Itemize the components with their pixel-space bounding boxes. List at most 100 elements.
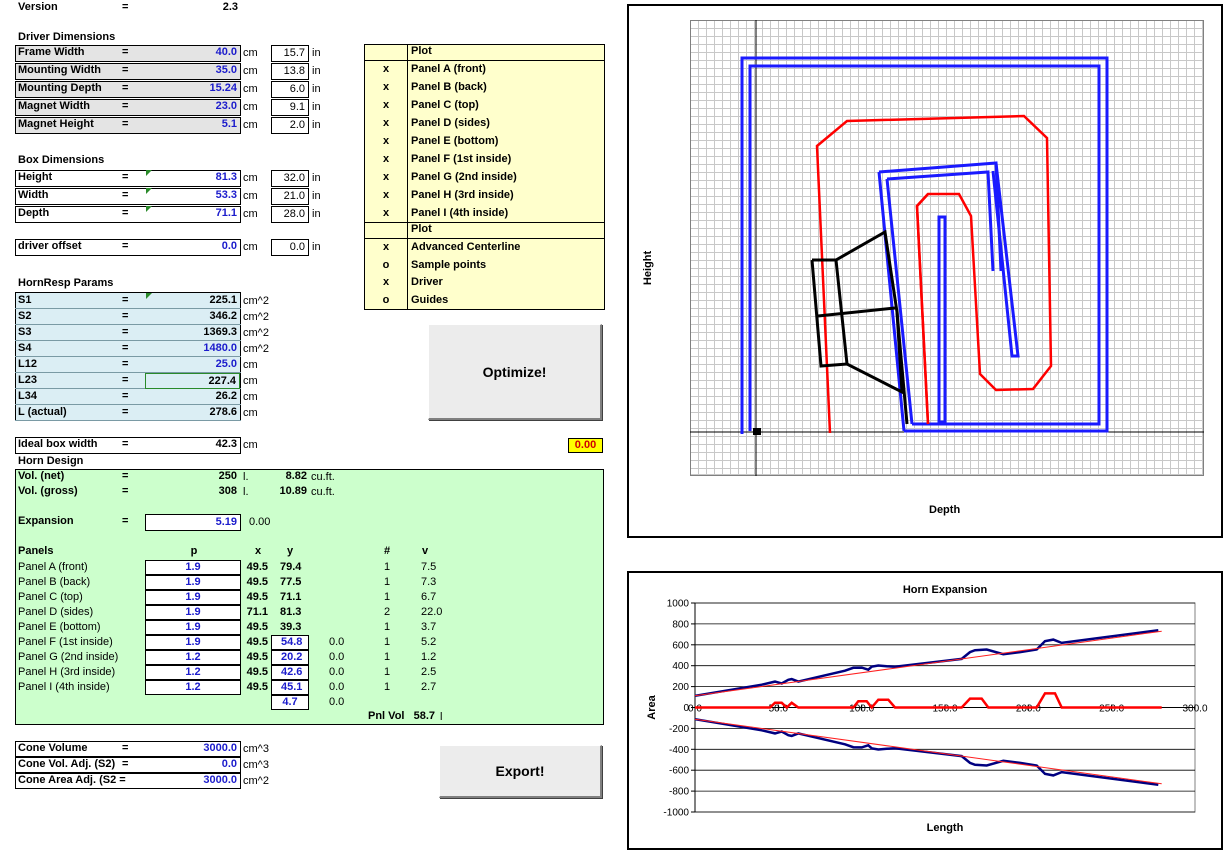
plot-item-mark[interactable]: x (366, 170, 406, 187)
driver-offset-cm-unit: cm (243, 241, 258, 253)
version-value: 2.3 (222, 1, 238, 13)
cone-row-unit: cm^2 (243, 775, 269, 787)
panel-row-y-input[interactable]: 54.8 (271, 635, 309, 650)
box-dimensions-title: Box Dimensions (18, 154, 105, 166)
driver-row-label: Mounting Width (18, 64, 101, 76)
driver-row-label: Mounting Depth (18, 82, 102, 94)
cone-row-value[interactable]: 0.0 (160, 757, 240, 773)
hornresp-row-eq: = (122, 310, 129, 322)
extra-y-input[interactable]: 4.7 (271, 695, 309, 710)
x-header: x (254, 545, 262, 557)
optimize-button[interactable]: Optimize! (428, 324, 602, 420)
driver-row-cm-unit: cm (243, 83, 258, 95)
plot-item-label: Panel D (sides) (411, 117, 490, 129)
plot-item-mark[interactable]: x (366, 134, 406, 151)
panel-row-p-input[interactable]: 1.9 (145, 620, 241, 635)
driver-row-cm-input[interactable]: 40.0 (160, 45, 240, 62)
expansion-title: Horn Expansion (903, 584, 988, 596)
driver-row-label: Frame Width (18, 46, 85, 58)
comment-marker (146, 188, 152, 194)
plot-item-mark[interactable]: x (366, 80, 406, 97)
panel-row-y: 77.5 (280, 576, 302, 588)
hornresp-row-value[interactable]: 1480.0 (145, 341, 240, 357)
pnl-vol-label: Pnl Vol (368, 710, 405, 722)
plot-item-mark[interactable]: x (366, 116, 406, 133)
driver-row-eq: = (122, 64, 129, 76)
panel-row-p-input[interactable]: 1.9 (145, 605, 241, 620)
hornresp-row-eq: = (122, 294, 129, 306)
cone-row-value[interactable]: 3000.0 (160, 741, 240, 757)
plot-item-mark[interactable]: x (366, 98, 406, 115)
hornresp-row-value: 346.2 (209, 310, 237, 322)
panel-row-count: 1 (383, 666, 391, 678)
box-row-eq: = (122, 207, 129, 219)
driver-mid (817, 306, 896, 318)
vol-gross-cuft-unit: cu.ft. (311, 486, 335, 498)
hornresp-row-value[interactable]: 25.0 (145, 357, 240, 373)
driver-offset-in-unit: in (312, 241, 321, 253)
driver-row-cm-input[interactable]: 5.1 (160, 117, 240, 134)
plot-header-2: Plot (411, 223, 432, 235)
box-row-cm-input[interactable]: 53.3 (160, 188, 240, 205)
panel-row-y-input[interactable]: 42.6 (271, 665, 309, 680)
export-button[interactable]: Export! (439, 745, 602, 798)
hornresp-row-unit: cm (243, 375, 258, 387)
expansion-input[interactable]: 5.19 (145, 514, 241, 531)
plot-item-mark[interactable]: x (366, 275, 406, 292)
panel-row-x: 71.1 (246, 606, 268, 618)
driver-row-label: Magnet Width (18, 100, 90, 112)
panel-row-name: Panel I (4th inside) (18, 681, 110, 693)
vol-gross-label: Vol. (gross) (18, 485, 78, 497)
panel-row-p-input[interactable]: 1.2 (145, 665, 241, 680)
panel-row-p-input[interactable]: 1.9 (145, 635, 241, 650)
expansion-xtick-label: 0.0 (688, 704, 702, 715)
driver-row-cm-input[interactable]: 35.0 (160, 63, 240, 80)
hornresp-row-unit: cm^2 (243, 327, 269, 339)
plot-item-mark[interactable]: x (366, 188, 406, 205)
panel-row-p-input[interactable]: 1.2 (145, 650, 241, 665)
hornresp-row-unit: cm (243, 359, 258, 371)
panel-row-name: Panel C (top) (18, 591, 83, 603)
driver-row-in: 15.7 (271, 45, 309, 62)
expansion-label: Expansion (18, 515, 74, 527)
expansion-ytick-label: -600 (669, 766, 689, 777)
hornresp-row-unit: cm (243, 407, 258, 419)
plot-item-mark[interactable]: x (366, 240, 406, 257)
plot-item-mark[interactable]: x (366, 152, 406, 169)
driver-offset-cm[interactable]: 0.0 (160, 239, 240, 256)
driver-row-in-unit: in (312, 65, 321, 77)
expansion-extra: 0.00 (249, 516, 271, 528)
panel-row-p-input[interactable]: 1.2 (145, 680, 241, 695)
plot-item-label: Panel E (bottom) (411, 135, 499, 147)
expansion-ylabel: Area (646, 694, 658, 719)
box-row-cm-input[interactable]: 81.3 (160, 170, 240, 187)
panel-row-y-input[interactable]: 20.2 (271, 650, 309, 665)
plot-item-mark[interactable]: o (366, 258, 406, 275)
panel-row-p-input[interactable]: 1.9 (145, 590, 241, 605)
cone-row-eq (122, 773, 132, 789)
box-row-in-unit: in (312, 208, 321, 220)
plot-item-mark[interactable]: x (366, 62, 406, 79)
panel-row-p-input[interactable]: 1.9 (145, 560, 241, 575)
panel-row-p-input[interactable]: 1.9 (145, 575, 241, 590)
panel-row-v: 22.0 (421, 606, 443, 618)
cone-row-unit: cm^3 (243, 759, 269, 771)
hornresp-row-value: 26.2 (215, 390, 237, 402)
hornresp-row-eq: = (122, 406, 129, 418)
centerline-outer (815, 114, 1053, 434)
driver-row-cm-input[interactable]: 23.0 (160, 99, 240, 116)
box-row-cm-input[interactable]: 71.1 (160, 206, 240, 223)
vol-gross-cuft: 10.89 (279, 485, 307, 497)
plot-item-mark[interactable]: o (366, 293, 406, 310)
plot-header1-line (364, 60, 605, 61)
driver-row-in-unit: in (312, 83, 321, 95)
driver-row-in-unit: in (312, 47, 321, 59)
plot-item-mark[interactable]: x (366, 206, 406, 223)
plot-table-divider (407, 44, 408, 310)
driver-row-cm-input[interactable]: 15.24 (160, 81, 240, 98)
panel-row-y-input[interactable]: 45.1 (271, 680, 309, 695)
driver-row-in-unit: in (312, 119, 321, 131)
vol-gross-liters: 308 (218, 485, 237, 497)
driver-row-cm-unit: cm (243, 119, 258, 131)
expansion-ytick-label: -1000 (663, 808, 689, 819)
